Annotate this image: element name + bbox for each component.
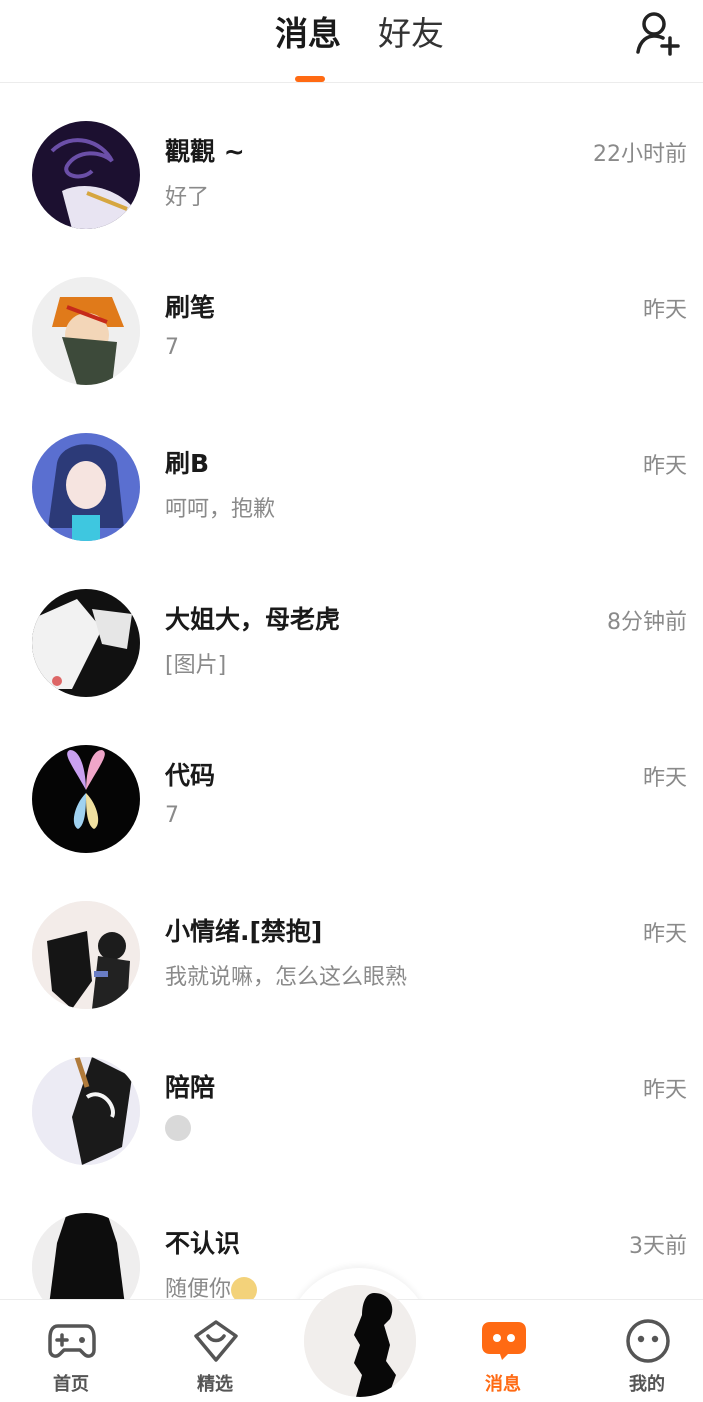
smirk-emoji-icon (165, 1115, 191, 1141)
nav-featured[interactable]: 精选 (160, 1300, 270, 1400)
add-user-icon[interactable] (634, 10, 680, 56)
avatar[interactable] (32, 277, 140, 385)
message-preview: 7 (165, 335, 179, 360)
contact-name: 陪陪 (165, 1073, 216, 1102)
avatar[interactable] (32, 745, 140, 853)
nav-label: 精选 (197, 1374, 233, 1395)
message-time: 8分钟前 (607, 610, 687, 635)
conversation-row[interactable]: 觀觀 ~ 好了 22小时前 (0, 84, 703, 240)
heart-badge-icon (194, 1320, 238, 1362)
message-time: 昨天 (642, 766, 687, 791)
message-preview: 7 (165, 803, 179, 828)
nav-me[interactable]: 我的 (592, 1300, 702, 1400)
message-time: 昨天 (642, 454, 687, 479)
contact-name: 刷B (165, 449, 210, 478)
message-preview: 呵呵，抱歉 (165, 497, 276, 522)
avatar[interactable] (32, 433, 140, 541)
contact-name: 大姐大，母老虎 (165, 605, 341, 634)
chat-bubble-icon (482, 1322, 526, 1360)
conversation-row[interactable]: 小情绪.[禁抱] 我就说嘛，怎么这么眼熟 昨天 (0, 864, 703, 1020)
contact-name: 刷笔 (165, 293, 216, 322)
contact-name: 不认识 (165, 1229, 241, 1258)
message-preview (165, 1115, 191, 1141)
contact-name: 觀觀 ~ (165, 137, 245, 166)
tab-active-indicator (295, 76, 325, 82)
top-header: 消息 好友 (0, 0, 703, 83)
avatar[interactable] (32, 589, 140, 697)
message-preview: 我就说嘛，怎么这么眼熟 (165, 965, 408, 990)
nav-label: 消息 (485, 1374, 521, 1395)
conversation-row[interactable]: 刷B 呵呵，抱歉 昨天 (0, 396, 703, 552)
avatar[interactable] (32, 901, 140, 1009)
conversation-row[interactable]: 代码 7 昨天 (0, 708, 703, 864)
message-time: 昨天 (642, 1078, 687, 1103)
conversation-row[interactable]: 刷笔 7 昨天 (0, 240, 703, 396)
message-time: 昨天 (642, 922, 687, 947)
message-time: 昨天 (642, 298, 687, 323)
conversation-row[interactable]: 大姐大，母老虎 [图片] 8分钟前 (0, 552, 703, 708)
message-time: 22小时前 (593, 142, 687, 167)
message-preview: [图片] (165, 653, 227, 678)
contact-name: 代码 (165, 761, 216, 790)
contact-name: 小情绪.[禁抱] (165, 917, 323, 946)
gamepad-icon (48, 1324, 96, 1358)
nav-label: 首页 (53, 1374, 89, 1395)
tab-messages[interactable]: 消息 (275, 10, 341, 58)
avatar[interactable] (32, 121, 140, 229)
nav-messages[interactable]: 消息 (448, 1300, 558, 1400)
face-icon (626, 1319, 670, 1363)
tab-friends[interactable]: 好友 (378, 10, 444, 58)
conversation-row[interactable]: 陪陪 昨天 (0, 1020, 703, 1176)
avatar[interactable] (32, 1057, 140, 1165)
message-preview: 好了 (165, 185, 210, 210)
nav-label: 我的 (629, 1374, 665, 1395)
message-time: 3天前 (629, 1234, 687, 1259)
center-user-avatar[interactable] (304, 1285, 416, 1397)
nav-home[interactable]: 首页 (16, 1300, 126, 1400)
